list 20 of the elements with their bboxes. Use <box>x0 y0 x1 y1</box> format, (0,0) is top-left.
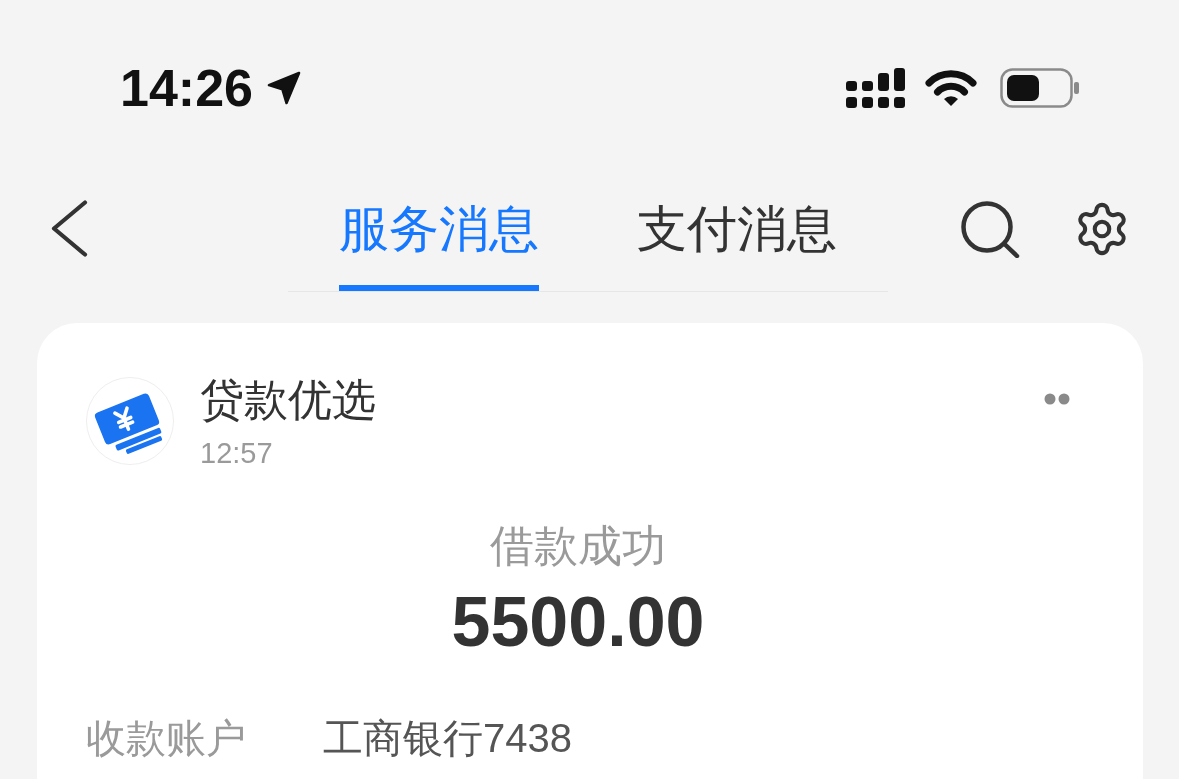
field-value: 工商银行7438 <box>323 715 572 762</box>
back-chevron-icon <box>50 200 88 257</box>
back-button[interactable] <box>50 200 88 257</box>
search-icon <box>960 200 1020 258</box>
sender-name: 贷款优选 <box>200 374 376 426</box>
search-button[interactable] <box>960 200 1020 258</box>
more-dots-icon <box>1044 393 1070 405</box>
nav-tab[interactable]: 服务消息 <box>338 176 540 291</box>
field-label: 收款账户 <box>86 715 247 762</box>
message-title: 借款成功 <box>490 520 666 572</box>
nav-tab[interactable]: 支付消息 <box>636 176 838 291</box>
wifi-icon <box>925 69 977 107</box>
signal-icon <box>846 68 905 108</box>
amount-text: 5500.00 <box>451 587 705 657</box>
more-button[interactable] <box>1044 393 1070 405</box>
location-arrow-icon <box>265 69 303 107</box>
battery-icon <box>1000 68 1080 108</box>
status-time: 14:26 <box>120 62 253 114</box>
message-time: 12:57 <box>200 436 273 470</box>
yen-cards-logo-icon <box>86 377 174 465</box>
